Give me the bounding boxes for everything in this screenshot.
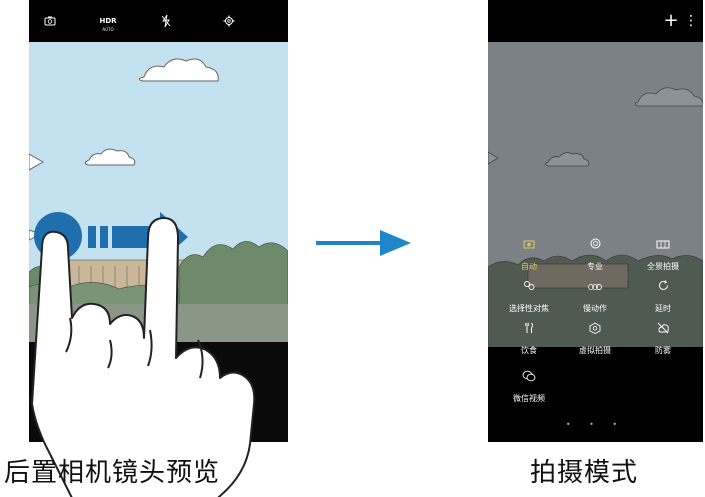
camera-icon (494, 238, 564, 254)
mode-food[interactable]: 饮食 (494, 322, 564, 356)
mode-label: 饮食 (521, 346, 537, 355)
mode-timelapse[interactable]: 延时 (628, 280, 698, 314)
mode-label: 慢动作 (583, 304, 607, 313)
transition-arrow (316, 230, 411, 256)
mode-auto[interactable]: 自动 (494, 238, 564, 272)
mode-wechat-video[interactable]: 微信视频 (494, 370, 564, 404)
mode-slow-motion[interactable]: 慢动作 (560, 280, 630, 314)
mode-virtual-shot[interactable]: 虚拟拍摄 (560, 322, 630, 356)
mode-label: 选择性对焦 (509, 304, 549, 313)
shooting-mode-screen: + ⋮ 自动 专业 全景拍摄 选择性对焦 慢动作 延时 饮食 虚拟拍摄 防雾 微… (488, 0, 703, 442)
mode-pro[interactable]: 专业 (560, 238, 630, 272)
page-indicator[interactable]: • • • (488, 420, 703, 429)
mode-label: 专业 (587, 262, 603, 271)
caption-rear-preview: 后置相机镜头预览 (4, 458, 221, 488)
aperture-icon (560, 238, 630, 254)
timelapse-icon (628, 280, 698, 296)
anti-fog-icon (628, 322, 698, 338)
mode-label: 防雾 (655, 346, 671, 355)
mode-panorama[interactable]: 全景拍摄 (628, 238, 698, 272)
virtual-shot-icon (560, 322, 630, 338)
caption-shooting-mode: 拍摄模式 (530, 458, 639, 488)
mode-label: 自动 (521, 262, 537, 271)
wechat-video-icon (494, 370, 564, 386)
mode-label: 全景拍摄 (647, 262, 679, 271)
focus-icon (494, 280, 564, 296)
mode-selective-focus[interactable]: 选择性对焦 (494, 280, 564, 314)
panorama-icon (628, 238, 698, 254)
mode-label: 延时 (655, 304, 671, 313)
mode-anti-fog[interactable]: 防雾 (628, 322, 698, 356)
more-options-button[interactable]: ⋮ (676, 0, 703, 42)
slow-motion-icon (560, 280, 630, 296)
food-icon (494, 322, 564, 338)
mode-label: 虚拟拍摄 (579, 346, 611, 355)
mode-label: 微信视频 (513, 394, 545, 403)
mode-toolbar: + ⋮ (488, 0, 703, 42)
